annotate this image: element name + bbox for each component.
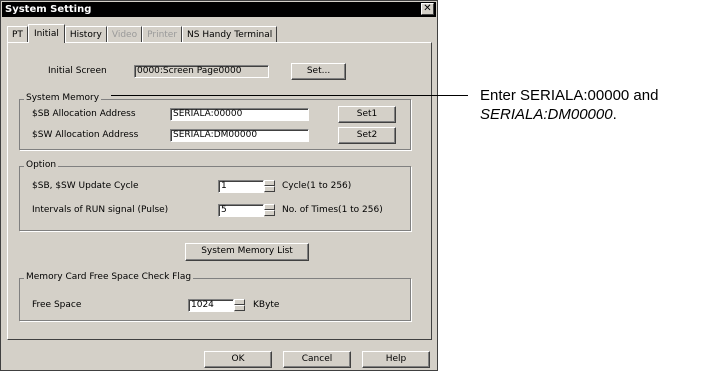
system-memory-group: System Memory $SB Allocation Address SER… <box>19 93 411 150</box>
update-cycle-label: $SB, $SW Update Cycle <box>32 181 139 191</box>
system-memory-list-button[interactable]: System Memory List <box>185 243 309 261</box>
sb-allocation-input[interactable]: SERIALA:00000 <box>170 108 309 121</box>
system-setting-dialog: System Setting ✕ PT Initial History Vide… <box>0 0 438 371</box>
callout-line-2-suffix: . <box>612 106 617 123</box>
system-memory-title: System Memory <box>24 93 102 103</box>
sw-allocation-label: $SW Allocation Address <box>32 130 139 140</box>
tab-panel-initial: Initial Screen 0000:Screen Page0000 Set.… <box>7 42 432 340</box>
initial-screen-label: Initial Screen <box>48 66 107 76</box>
cancel-button[interactable]: Cancel <box>283 351 351 368</box>
run-interval-spinner[interactable] <box>264 204 275 217</box>
initial-screen-field: 0000:Screen Page0000 <box>134 65 269 78</box>
tab-video: Video <box>106 26 143 42</box>
free-space-spinner[interactable] <box>234 299 245 312</box>
memory-card-group: Memory Card Free Space Check Flag Free S… <box>19 272 411 321</box>
free-space-label: Free Space <box>32 300 82 310</box>
callout-line-2: SERIALA:DM00000. <box>480 105 658 124</box>
sw-allocation-input[interactable]: SERIALA:DM00000 <box>170 129 309 142</box>
ok-button[interactable]: OK <box>204 351 272 368</box>
tab-printer: Printer <box>142 26 183 42</box>
tab-pt[interactable]: PT <box>7 26 28 42</box>
run-interval-unit: No. of Times(1 to 256) <box>282 205 383 215</box>
tab-strip: PT Initial History Video Printer NS Hand… <box>7 24 278 43</box>
run-interval-label: Intervals of RUN signal (Pulse) <box>32 205 169 215</box>
memory-card-title: Memory Card Free Space Check Flag <box>24 272 194 282</box>
free-space-input[interactable]: 1024 <box>188 299 234 312</box>
run-interval-input[interactable]: 5 <box>218 204 264 217</box>
callout-line-1: Enter SERIALA:00000 and <box>480 87 659 104</box>
help-button[interactable]: Help <box>362 351 430 368</box>
close-button[interactable]: ✕ <box>421 3 434 15</box>
sb-allocation-label: $SB Allocation Address <box>32 109 136 119</box>
option-title: Option <box>24 160 59 170</box>
callout-text: Enter SERIALA:00000 and SERIALA:DM00000. <box>480 86 658 124</box>
title-bar: System Setting ✕ <box>2 2 436 17</box>
update-cycle-input[interactable]: 1 <box>218 180 264 193</box>
tab-history[interactable]: History <box>64 26 107 42</box>
tab-ns-handy-terminal[interactable]: NS Handy Terminal <box>182 26 278 42</box>
window-title: System Setting <box>5 4 92 15</box>
free-space-unit: KByte <box>253 300 280 310</box>
set2-button[interactable]: Set2 <box>338 127 396 144</box>
update-cycle-unit: Cycle(1 to 256) <box>282 181 352 191</box>
set1-button[interactable]: Set1 <box>338 106 396 123</box>
callout-leader-line <box>111 95 468 96</box>
initial-screen-set-button[interactable]: Set... <box>291 63 346 80</box>
callout-line-2-value: SERIALA:DM00000 <box>480 106 613 123</box>
tab-initial[interactable]: Initial <box>27 24 65 43</box>
option-group: Option $SB, $SW Update Cycle 1 Cycle(1 t… <box>19 160 411 231</box>
update-cycle-spinner[interactable] <box>264 180 275 193</box>
